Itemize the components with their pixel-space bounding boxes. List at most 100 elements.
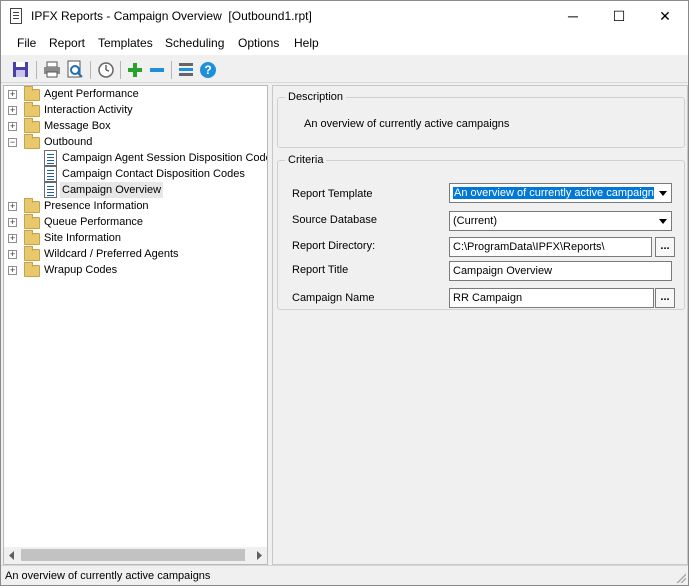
menu-report[interactable]: Report [49, 36, 85, 50]
folder-icon [24, 198, 40, 213]
criteria-group: Criteria Report Template An overview of … [277, 154, 685, 310]
status-text: An overview of currently active campaign… [5, 570, 211, 582]
tree-report-item[interactable]: Campaign Contact Disposition Codes [4, 166, 267, 182]
description-group: Description An overview of currently act… [277, 91, 685, 148]
report-title-input[interactable]: Campaign Overview [449, 261, 672, 281]
toolbar-separator [90, 61, 91, 79]
status-bar: An overview of currently active campaign… [1, 565, 688, 585]
campaign-name-label: Campaign Name [292, 292, 375, 304]
menu-file-label: File [17, 36, 37, 50]
tree-folder-item[interactable]: + Message Box [4, 118, 267, 134]
expand-icon[interactable]: + [8, 218, 17, 227]
report-template-select[interactable]: An overview of currently active campaign… [449, 183, 672, 203]
add-icon[interactable] [124, 59, 146, 81]
toolbar-separator [36, 61, 37, 79]
print-icon[interactable] [41, 59, 63, 81]
menu-file[interactable]: File [17, 36, 36, 50]
properties-icon[interactable] [175, 59, 197, 81]
menu-templates[interactable]: Templates [98, 36, 153, 50]
menu-help[interactable]: Help [294, 36, 319, 50]
menu-options[interactable]: Options [238, 36, 279, 50]
chevron-down-icon[interactable] [654, 184, 671, 202]
tree-report-item[interactable]: Campaign Agent Session Disposition Codes [4, 150, 267, 166]
tree-item-label: Campaign Overview [60, 182, 164, 198]
expand-icon[interactable]: + [8, 234, 17, 243]
scroll-right-icon[interactable] [255, 551, 263, 560]
remove-icon[interactable] [146, 59, 168, 81]
tree-item-label: Campaign Agent Session Disposition Codes [62, 152, 268, 164]
resize-grip-icon[interactable] [676, 573, 686, 583]
criteria-legend: Criteria [288, 154, 324, 166]
folder-icon [24, 118, 40, 133]
clock-icon[interactable] [95, 59, 117, 81]
report-title-label: Report Title [292, 264, 349, 276]
menu-scheduling-label: Scheduling [165, 36, 225, 50]
source-database-select[interactable]: (Current) [449, 211, 672, 231]
report-directory-label: Report Directory: [292, 240, 376, 252]
tree-horizontal-scrollbar[interactable] [4, 547, 267, 564]
report-title-value: Campaign Overview [453, 265, 553, 277]
tree-folder-item[interactable]: + Wildcard / Preferred Agents [4, 246, 267, 262]
folder-icon [24, 86, 40, 101]
tree-item-label: Agent Performance [44, 88, 139, 100]
expand-icon[interactable]: + [8, 250, 17, 259]
tree-item-label: Queue Performance [44, 216, 144, 228]
expand-icon[interactable]: + [8, 106, 17, 115]
report-document-icon [44, 150, 57, 166]
details-pane: Description An overview of currently act… [272, 85, 688, 565]
app-window: IPFX Reports - Campaign Overview [Outbou… [0, 0, 689, 586]
expand-icon[interactable]: + [8, 266, 17, 275]
folder-icon [24, 246, 40, 261]
campaign-name-value: RR Campaign [453, 292, 523, 304]
menu-options-label: Options [238, 36, 280, 50]
svg-text:?: ? [204, 63, 211, 77]
expand-icon[interactable]: + [8, 202, 17, 211]
tree-item-label: Message Box [44, 120, 111, 132]
maximize-button[interactable]: ☐ [596, 1, 642, 31]
print-preview-icon[interactable] [64, 59, 86, 81]
close-button[interactable]: ✕ [642, 1, 688, 31]
report-tree[interactable]: + Agent Performance + Interaction Activity +… [3, 85, 268, 565]
browse-campaign-button[interactable]: ... [655, 288, 675, 308]
menu-help-label: Help [294, 36, 319, 50]
tree-folder-item[interactable]: + Wrapup Codes [4, 262, 267, 278]
campaign-name-input[interactable]: RR Campaign [449, 288, 654, 308]
tree-scroll-thumb[interactable] [21, 549, 245, 561]
minimize-button[interactable]: ─ [550, 1, 596, 31]
report-template-value: An overview of currently active campaign… [453, 187, 661, 199]
save-icon[interactable] [10, 59, 32, 81]
title-bar: IPFX Reports - Campaign Overview [Outbou… [1, 1, 688, 31]
expand-icon[interactable]: + [8, 122, 17, 131]
tree-folder-item[interactable]: + Queue Performance [4, 214, 267, 230]
report-document-icon [10, 8, 22, 24]
browse-directory-button[interactable]: ... [655, 237, 675, 257]
toolbar-separator [120, 61, 121, 79]
help-icon[interactable]: ? [197, 59, 219, 81]
expand-icon[interactable]: + [8, 90, 17, 99]
report-document-icon [44, 182, 57, 198]
description-legend: Description [288, 91, 344, 103]
source-database-label: Source Database [292, 214, 377, 226]
tree-folder-item[interactable]: − Outbound [4, 134, 267, 150]
tree-item-label: Wrapup Codes [44, 264, 118, 276]
report-document-icon [44, 166, 57, 182]
tree-item-label: Site Information [44, 232, 122, 244]
menu-scheduling[interactable]: Scheduling [165, 36, 224, 50]
scroll-left-icon[interactable] [8, 551, 16, 560]
tree-item-label: Campaign Contact Disposition Codes [62, 168, 245, 180]
tree-item-label: Outbound [44, 136, 93, 148]
folder-icon [24, 214, 40, 229]
toolbar-separator [171, 61, 172, 79]
menu-bar: File Report Templates Scheduling Options… [1, 31, 688, 55]
chevron-down-icon[interactable] [654, 212, 671, 230]
tree-folder-item[interactable]: + Agent Performance [4, 86, 267, 102]
tree-folder-item[interactable]: + Interaction Activity [4, 102, 267, 118]
tree-folder-item[interactable]: + Site Information [4, 230, 267, 246]
collapse-icon[interactable]: − [8, 138, 17, 147]
tree-report-item[interactable]: Campaign Overview [4, 182, 267, 198]
tree-item-label: Presence Information [44, 200, 149, 212]
tree-folder-item[interactable]: + Presence Information [4, 198, 267, 214]
tree-item-label: Interaction Activity [44, 104, 133, 116]
report-directory-value: C:\ProgramData\IPFX\Reports\ [453, 241, 605, 253]
report-directory-input[interactable]: C:\ProgramData\IPFX\Reports\ [449, 237, 652, 257]
